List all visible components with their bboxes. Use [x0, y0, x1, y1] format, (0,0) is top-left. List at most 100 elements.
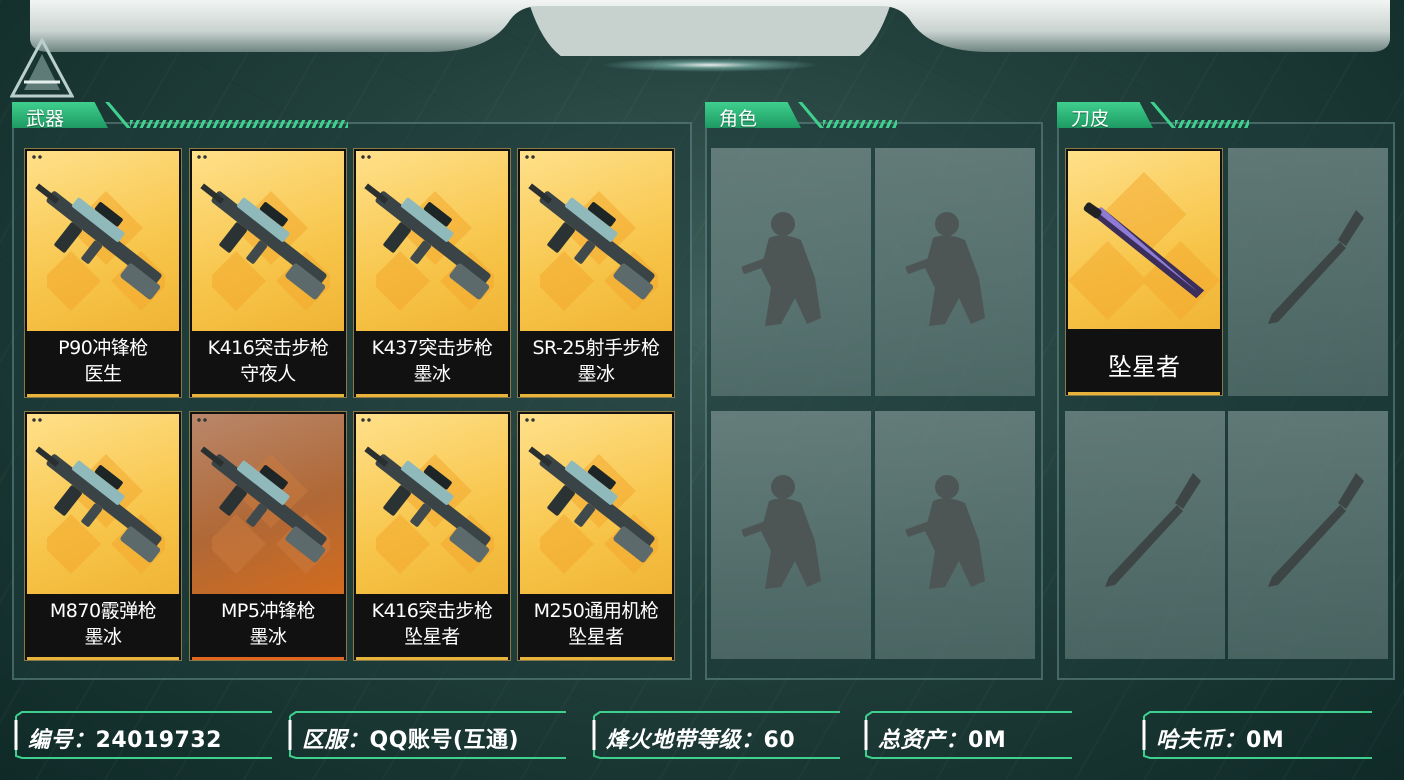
- soldier-silhouette-icon: [741, 475, 821, 589]
- knife-silhouette-icon: [1105, 473, 1201, 587]
- knife-skin-rarity-line: [1068, 392, 1220, 395]
- weapons-section-title: 武器: [26, 108, 65, 130]
- card-corner-dots: [31, 418, 43, 422]
- weapon-art: [192, 414, 344, 594]
- weapon-model: K416突击步枪: [371, 600, 493, 622]
- weapon-skin-name: 墨冰: [577, 363, 615, 385]
- character-slot-empty[interactable]: [711, 411, 871, 659]
- character-slot-empty[interactable]: [711, 148, 871, 396]
- card-corner-dots: [196, 155, 208, 159]
- rifle-icon: [35, 183, 162, 300]
- weapon-art: [356, 151, 508, 331]
- card-corner-dots: [196, 418, 208, 422]
- weapon-card[interactable]: M250通用机枪 坠星者: [517, 411, 675, 661]
- characters-section-header: 角色: [705, 102, 897, 130]
- top-header-bar: [30, 0, 1390, 56]
- rifle-icon: [364, 446, 491, 563]
- footer-coins-value: 0M: [1246, 728, 1285, 753]
- weapon-skin-name: 墨冰: [249, 626, 287, 648]
- rarity-line: [520, 657, 672, 660]
- weapon-model: M870霰弹枪: [49, 600, 157, 622]
- weapon-card[interactable]: P90冲锋枪 医生: [24, 148, 182, 398]
- weapon-card[interactable]: SR-25射手步枪 墨冰: [517, 148, 675, 398]
- knife-skins-section-title: 刀皮: [1071, 108, 1110, 130]
- footer-id-value: 24019732: [95, 728, 222, 753]
- weapon-art: [356, 414, 508, 594]
- rarity-line: [27, 394, 179, 397]
- knife-skin-card[interactable]: 坠星者: [1065, 148, 1223, 396]
- weapon-model: K416突击步枪: [207, 337, 329, 359]
- rifle-icon: [528, 183, 655, 300]
- card-corner-dots: [524, 155, 536, 159]
- weapons-section-header: 武器: [12, 102, 352, 130]
- footer-level-label: 烽火地带等级：: [606, 728, 764, 753]
- footer-assets: 总资产：0M: [862, 710, 1076, 760]
- weapon-name: M250通用机枪 坠星者: [518, 598, 674, 650]
- footer-server-label: 区服：: [302, 728, 370, 753]
- character-slot-empty[interactable]: [875, 411, 1035, 659]
- characters-section-title: 角色: [719, 108, 758, 130]
- footer-assets-value: 0M: [968, 728, 1007, 753]
- weapon-model: M250通用机枪: [533, 600, 659, 622]
- knife-skin-name: 坠星者: [1108, 353, 1180, 381]
- weapon-name: SR-25射手步枪 墨冰: [518, 335, 674, 387]
- rarity-line: [192, 394, 344, 397]
- knife-slot-empty[interactable]: [1065, 411, 1225, 659]
- weapon-name: K437突击步枪 墨冰: [354, 335, 510, 387]
- weapon-art: [520, 414, 672, 594]
- footer-assets-label: 总资产：: [878, 728, 969, 753]
- character-slot-empty[interactable]: [875, 148, 1035, 396]
- weapon-model: SR-25射手步枪: [532, 337, 660, 359]
- weapon-art: [520, 151, 672, 331]
- weapon-model: K437突击步枪: [371, 337, 493, 359]
- weapon-skin-name: 坠星者: [568, 626, 624, 648]
- rifle-icon: [364, 183, 491, 300]
- footer-level-value: 60: [763, 728, 796, 753]
- weapon-card[interactable]: MP5冲锋枪 墨冰: [189, 411, 347, 661]
- weapon-card[interactable]: K437突击步枪 墨冰: [353, 148, 511, 398]
- rifle-icon: [35, 446, 162, 563]
- header-glow: [600, 58, 820, 72]
- card-corner-dots: [360, 155, 372, 159]
- knife-silhouette-icon: [1268, 210, 1364, 324]
- card-corner-dots: [360, 418, 372, 422]
- rarity-line: [520, 394, 672, 397]
- weapon-art: [192, 151, 344, 331]
- rarity-line: [192, 657, 344, 660]
- footer-coins-label: 哈夫币：: [1156, 728, 1247, 753]
- knife-skins-section-header: 刀皮: [1057, 102, 1249, 130]
- weapon-card[interactable]: K416突击步枪 守夜人: [189, 148, 347, 398]
- knife-skin-art: [1068, 151, 1220, 329]
- weapon-model: P90冲锋枪: [58, 337, 148, 359]
- weapon-skin-name: 墨冰: [84, 626, 122, 648]
- rifle-icon: [200, 183, 327, 300]
- weapon-name: K416突击步枪 坠星者: [354, 598, 510, 650]
- rarity-line: [356, 657, 508, 660]
- logo-icon: [9, 36, 75, 100]
- weapon-art: [27, 414, 179, 594]
- soldier-silhouette-icon: [741, 212, 821, 326]
- weapon-skin-name: 墨冰: [413, 363, 451, 385]
- knife-slot-empty[interactable]: [1228, 148, 1388, 396]
- weapon-skin-name: 医生: [84, 363, 122, 385]
- rarity-line: [27, 657, 179, 660]
- footer-coins: 哈夫币：0M: [1140, 710, 1376, 760]
- weapon-skin-name: 守夜人: [240, 363, 296, 385]
- card-corner-dots: [524, 418, 536, 422]
- weapon-skin-name: 坠星者: [404, 626, 460, 648]
- rarity-line: [356, 394, 508, 397]
- footer-id: 编号：24019732: [12, 710, 276, 760]
- footer-level: 烽火地带等级：60: [590, 710, 844, 760]
- footer-server: 区服：QQ账号(互通): [286, 710, 570, 760]
- weapon-model: MP5冲锋枪: [221, 600, 315, 622]
- soldier-silhouette-icon: [905, 475, 985, 589]
- knife-slot-empty[interactable]: [1228, 411, 1388, 659]
- weapon-name: M870霰弹枪 墨冰: [25, 598, 181, 650]
- rifle-icon: [200, 446, 327, 563]
- card-corner-dots: [31, 155, 43, 159]
- weapon-art: [27, 151, 179, 331]
- weapon-name: P90冲锋枪 医生: [25, 335, 181, 387]
- weapon-card[interactable]: M870霰弹枪 墨冰: [24, 411, 182, 661]
- soldier-silhouette-icon: [905, 212, 985, 326]
- weapon-card[interactable]: K416突击步枪 坠星者: [353, 411, 511, 661]
